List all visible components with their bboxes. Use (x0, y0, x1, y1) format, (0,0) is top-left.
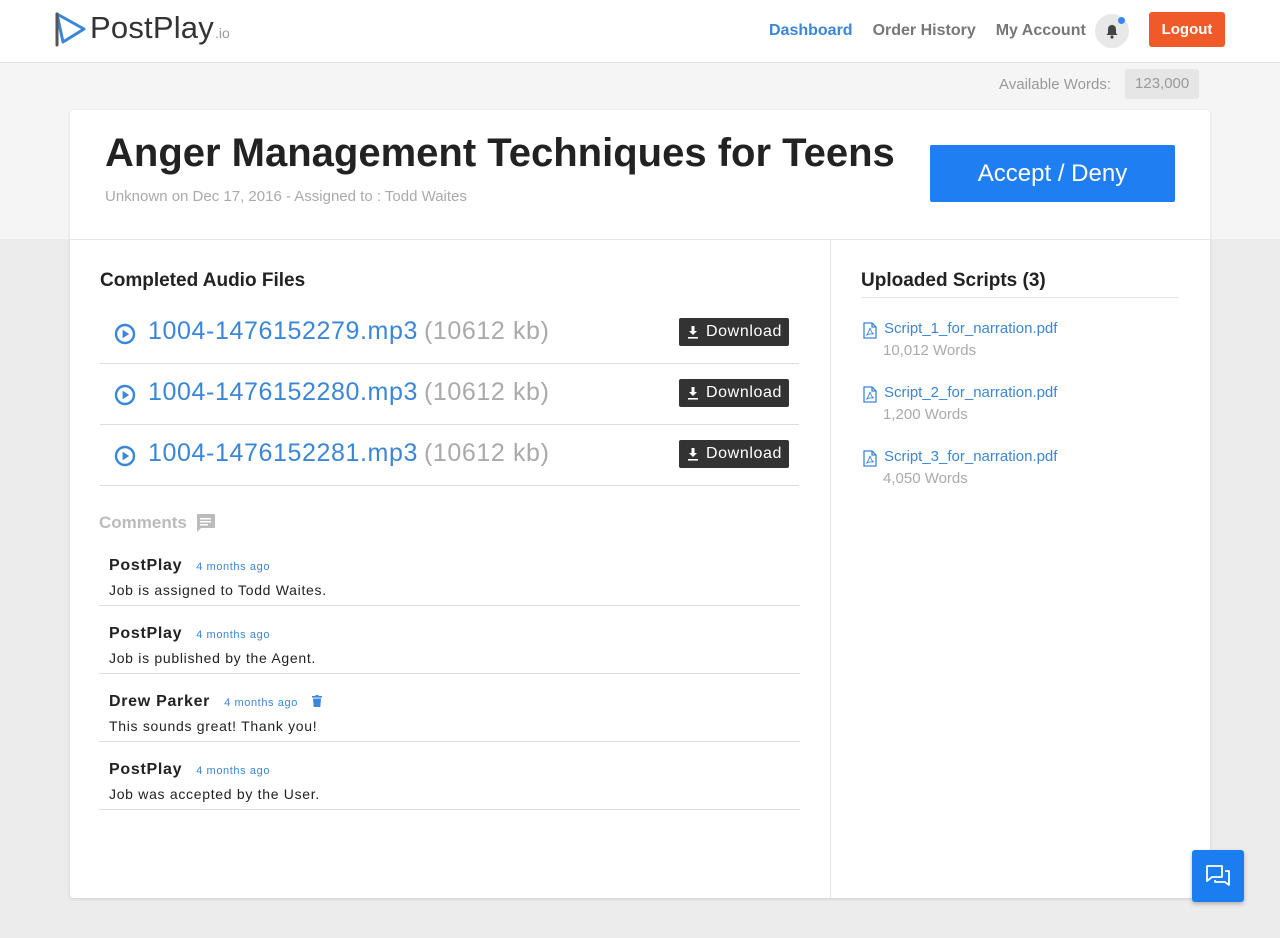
available-words: Available Words: 123,000 (999, 69, 1200, 99)
comments-heading: Comments (99, 513, 216, 533)
job-meta: Unknown on Dec 17, 2016 - Assigned to : … (105, 188, 467, 205)
comments-heading-label: Comments (99, 513, 187, 532)
comment-item: PostPlay 4 months ago Job was accepted by… (99, 742, 800, 810)
nav-my-account[interactable]: My Account (996, 22, 1086, 40)
chat-icon (1206, 865, 1230, 886)
comment-header: PostPlay 4 months ago (109, 625, 270, 643)
comment-time: 4 months ago (196, 765, 271, 777)
comment-author: PostPlay (109, 625, 183, 642)
audio-file-name[interactable]: 1004-1476152281.mp3 (148, 439, 418, 467)
job-header: Anger Management Techniques for Teens Un… (70, 110, 1210, 240)
bell-icon (1106, 24, 1118, 39)
comment-item: Drew Parker 4 months ago This sounds grea… (99, 674, 800, 742)
download-icon (688, 325, 699, 339)
comment-text: This sounds great! Thank you! (109, 718, 318, 734)
audio-files-heading: Completed Audio Files (100, 270, 306, 291)
comment-author: PostPlay (109, 761, 183, 778)
audio-file-list: 1004-1476152279.mp3 (10612 kb) Download 1… (100, 303, 799, 486)
pdf-file-icon (863, 322, 877, 339)
comment-header: Drew Parker 4 months ago (109, 693, 322, 711)
available-words-label: Available Words: (999, 75, 1112, 93)
comment-time: 4 months ago (224, 697, 298, 709)
comment-author: Drew Parker (109, 693, 211, 710)
audio-file-row: 1004-1476152279.mp3 (10612 kb) Download (100, 303, 799, 364)
logout-button[interactable]: Logout (1149, 12, 1225, 47)
available-words-value: 123,000 (1125, 69, 1200, 99)
audio-file-size: (10612 kb) (423, 378, 550, 406)
download-icon (688, 447, 699, 461)
script-link[interactable]: Script_3_for_narration.pdf (884, 448, 1057, 465)
play-circle-icon[interactable] (114, 384, 136, 406)
comment-time: 4 months ago (196, 561, 271, 573)
comment-item: PostPlay 4 months ago Job is published by… (99, 606, 800, 674)
nav-order-history[interactable]: Order History (873, 22, 976, 40)
comment-bubble-icon (196, 514, 215, 532)
script-link[interactable]: Script_2_for_narration.pdf (884, 384, 1057, 401)
scripts-divider (861, 297, 1179, 298)
play-circle-icon[interactable] (114, 323, 136, 345)
logo-text: PostPlay (90, 10, 214, 45)
trash-icon[interactable] (311, 695, 322, 707)
pdf-file-icon (863, 386, 877, 403)
uploaded-scripts-heading: Uploaded Scripts (3) (861, 270, 1046, 291)
comment-author: PostPlay (109, 557, 183, 574)
comment-list: PostPlay 4 months ago Job is assigned to … (99, 538, 800, 810)
audio-file-name[interactable]: 1004-1476152280.mp3 (148, 378, 418, 406)
play-circle-icon[interactable] (114, 445, 136, 467)
comment-header: PostPlay 4 months ago (109, 761, 270, 779)
audio-file-link[interactable]: 1004-1476152279.mp3 (10612 kb) (148, 317, 550, 346)
comment-header: PostPlay 4 months ago (109, 557, 270, 575)
script-word-count: 4,050 Words (883, 470, 968, 487)
audio-file-name[interactable]: 1004-1476152279.mp3 (148, 317, 418, 345)
notification-dot (1118, 17, 1125, 24)
script-word-count: 1,200 Words (883, 406, 968, 423)
job-card: Anger Management Techniques for Teens Un… (70, 110, 1210, 898)
audio-file-link[interactable]: 1004-1476152281.mp3 (10612 kb) (148, 439, 550, 468)
script-link[interactable]: Script_1_for_narration.pdf (884, 320, 1057, 337)
chat-button[interactable] (1192, 850, 1244, 902)
download-label: Download (706, 445, 782, 462)
job-title: Anger Management Techniques for Teens (105, 131, 895, 175)
top-bar: PostPlay .io Dashboard Order History My … (0, 0, 1280, 63)
download-label: Download (706, 384, 782, 401)
comment-text: Job was accepted by the User. (109, 786, 320, 802)
download-label: Download (706, 323, 782, 340)
download-button[interactable]: Download (679, 318, 789, 346)
comment-item: PostPlay 4 months ago Job is assigned to … (99, 538, 800, 606)
notifications-button[interactable] (1095, 14, 1129, 48)
comment-time: 4 months ago (196, 629, 271, 641)
audio-file-link[interactable]: 1004-1476152280.mp3 (10612 kb) (148, 378, 550, 407)
download-button[interactable]: Download (679, 440, 789, 468)
comment-text: Job is assigned to Todd Waites. (109, 582, 327, 598)
comment-text: Job is published by the Agent. (109, 650, 317, 666)
audio-file-size: (10612 kb) (423, 439, 550, 467)
play-triangle-logo-icon (55, 12, 86, 47)
download-icon (688, 386, 699, 400)
main-nav: Dashboard Order History My Account (769, 0, 1106, 62)
accept-deny-button[interactable]: Accept / Deny (930, 145, 1175, 202)
nav-dashboard[interactable]: Dashboard (769, 22, 853, 40)
script-word-count: 10,012 Words (883, 342, 977, 359)
logo-suffix: .io (214, 25, 230, 41)
audio-file-size: (10612 kb) (423, 317, 550, 345)
pdf-file-icon (863, 450, 877, 467)
audio-file-row: 1004-1476152280.mp3 (10612 kb) Download (100, 364, 799, 425)
audio-file-row: 1004-1476152281.mp3 (10612 kb) Download (100, 425, 799, 486)
download-button[interactable]: Download (679, 379, 789, 407)
logo[interactable]: PostPlay .io (54, 9, 230, 47)
